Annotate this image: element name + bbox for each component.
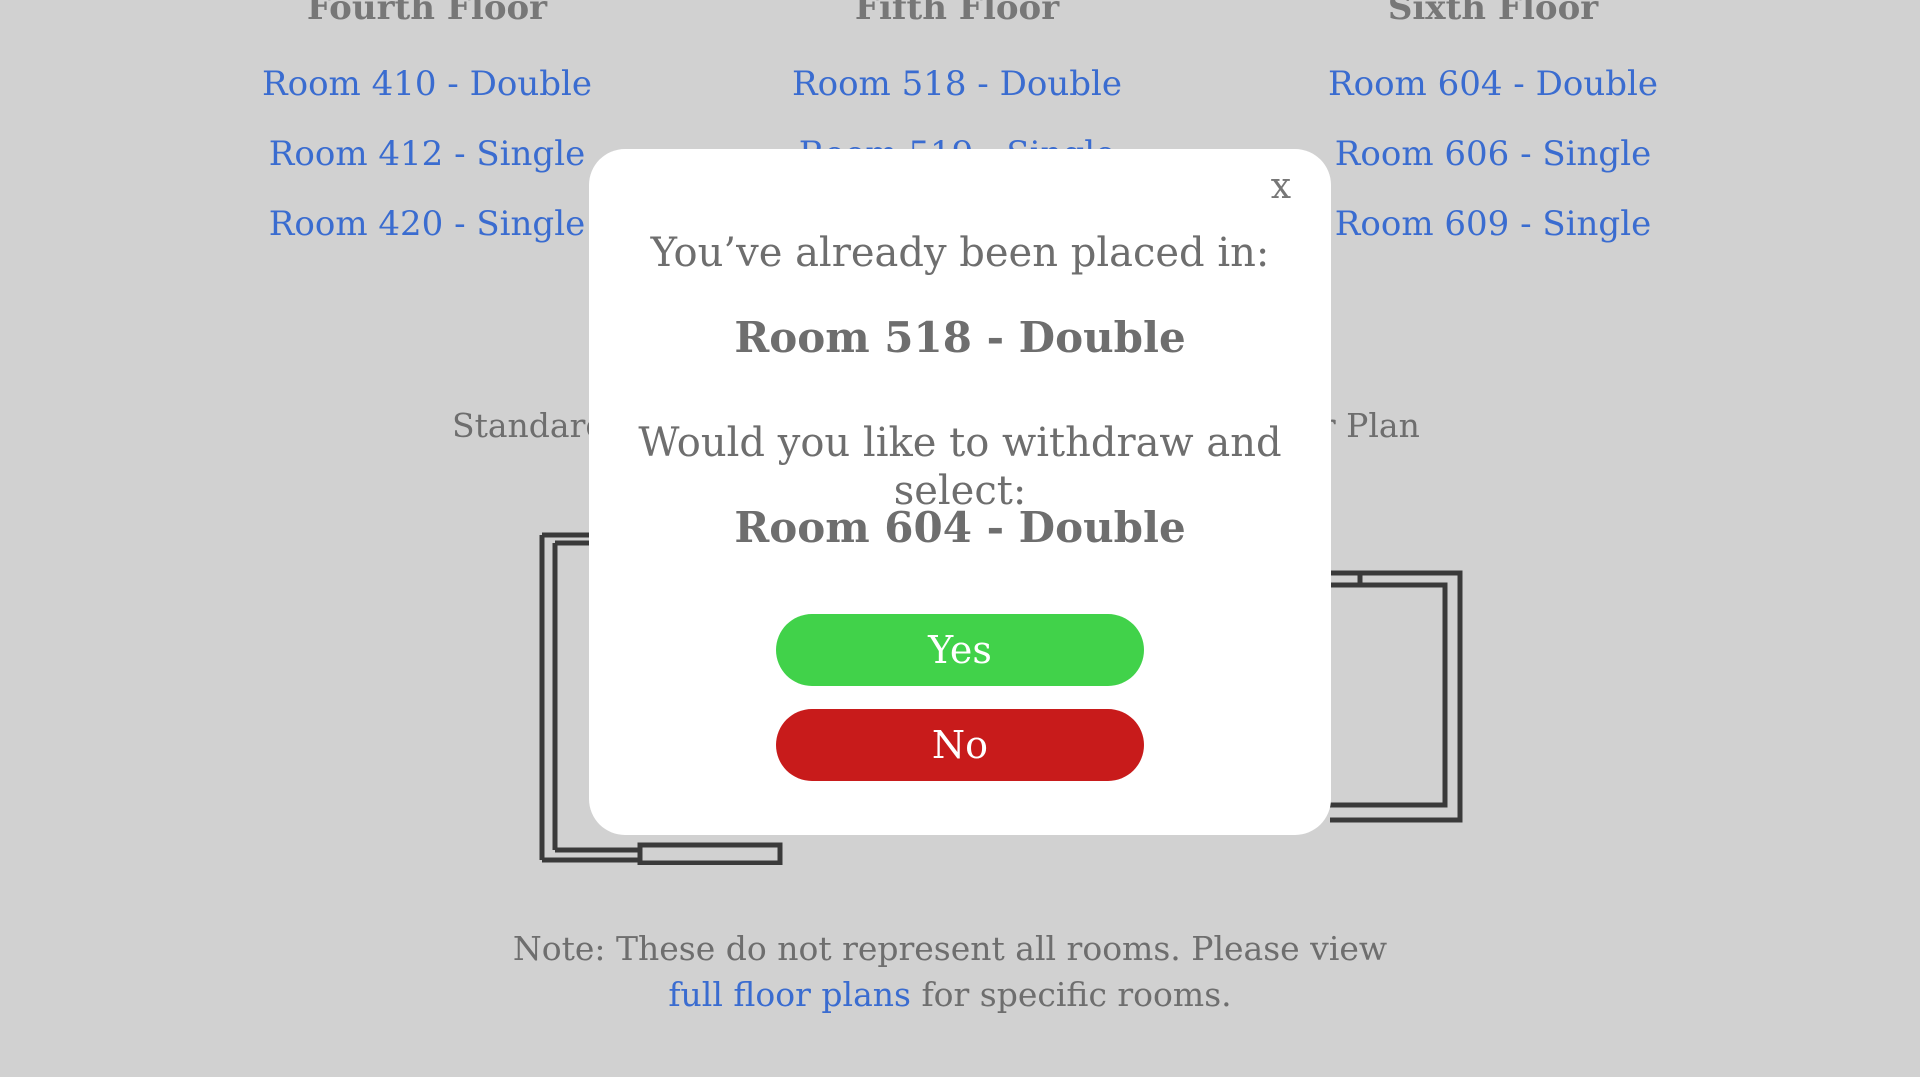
close-button[interactable]: x (1271, 165, 1291, 209)
room-link[interactable]: Room 518 - Double (697, 64, 1217, 104)
floor-title: Fifth Floor (854, 0, 1060, 28)
placed-message: You’ve already been placed in: (650, 230, 1270, 276)
no-button[interactable]: No (776, 709, 1144, 781)
floor-plan-note: Note: These do not represent all rooms. … (500, 926, 1400, 1018)
standard-plan-label: Standard (452, 406, 607, 445)
floor-title: Sixth Floor (1387, 0, 1599, 28)
room-link[interactable]: Room 604 - Double (1233, 64, 1753, 104)
room-link[interactable]: Room 410 - Double (167, 64, 687, 104)
withdraw-question: Would you like to withdraw and select: (638, 420, 1282, 514)
current-room: Room 518 - Double (734, 313, 1186, 362)
note-text: Note: These do not represent all rooms. … (512, 929, 1388, 968)
new-room: Room 604 - Double (734, 503, 1186, 552)
other-floor-plan-image (1330, 570, 1463, 823)
floor-title: Fourth Floor (306, 0, 548, 28)
room-change-dialog: x You’ve already been placed in: Room 51… (589, 149, 1331, 835)
yes-button[interactable]: Yes (776, 614, 1144, 686)
full-floor-plans-link[interactable]: full floor plans (668, 975, 911, 1014)
note-text-end: for specific rooms. (910, 975, 1232, 1014)
